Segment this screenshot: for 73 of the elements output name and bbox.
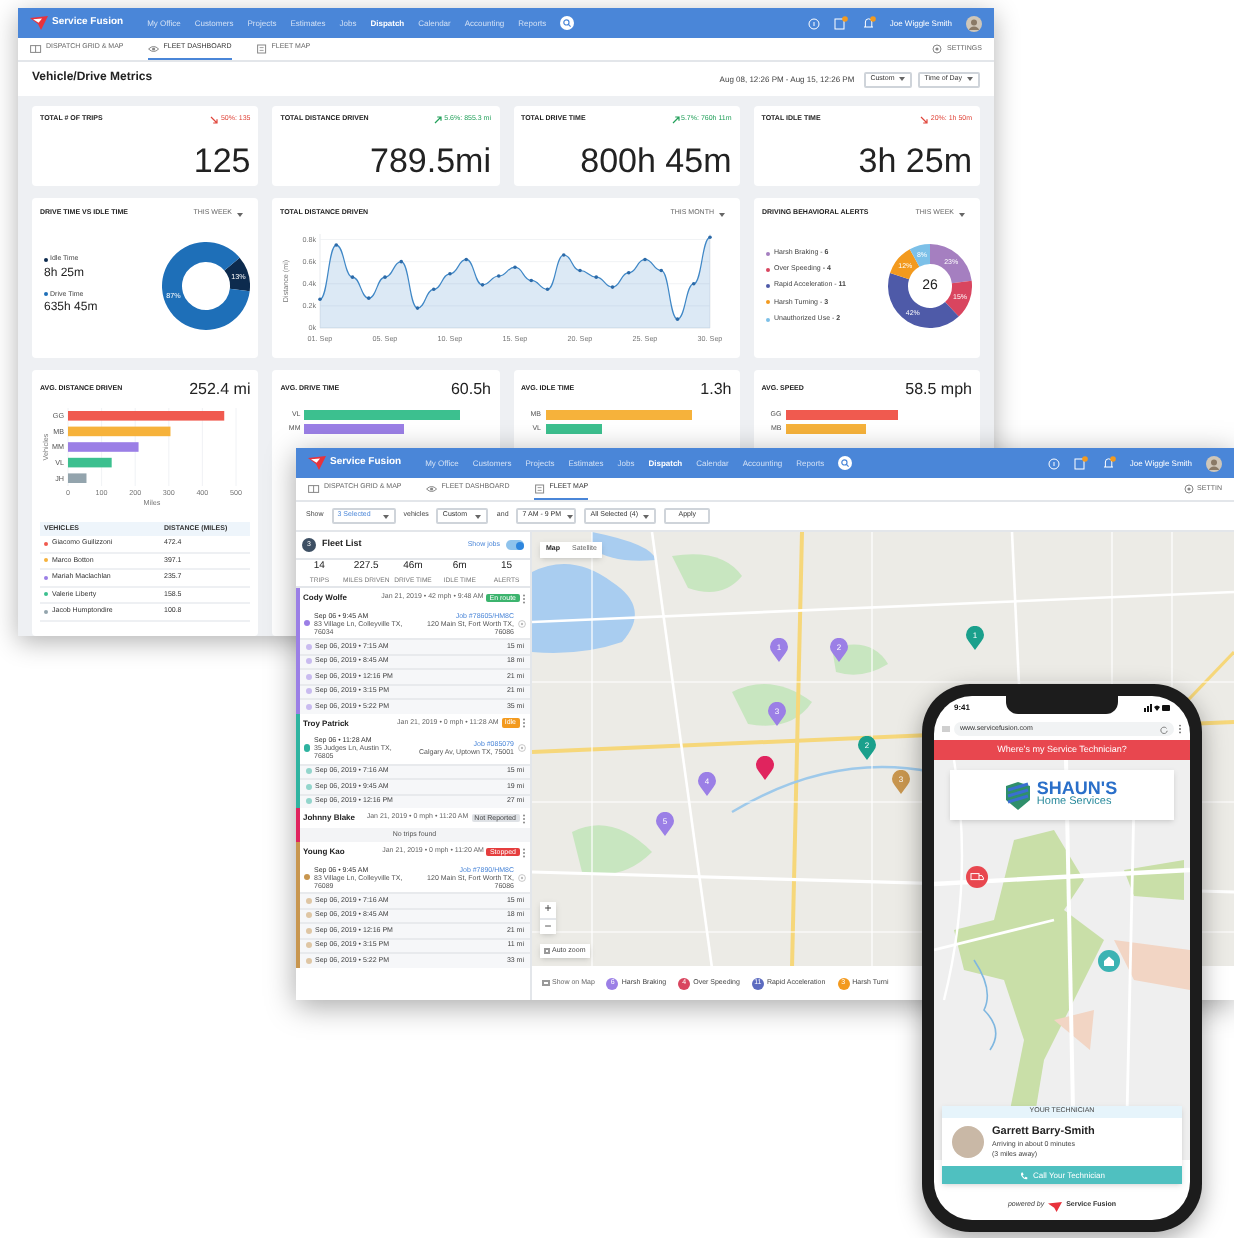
map-icon xyxy=(533,483,546,493)
trend-up-icon xyxy=(671,115,680,124)
settings-icon xyxy=(1183,484,1194,494)
truck-pin-icon xyxy=(966,866,988,888)
bar xyxy=(68,426,171,437)
map-icon xyxy=(255,43,268,53)
toggle-switch[interactable] xyxy=(506,540,524,550)
stat-value: 125 xyxy=(193,144,251,178)
bar xyxy=(304,424,404,435)
location-icon xyxy=(518,873,526,881)
settings-icon xyxy=(932,44,943,54)
checkbox[interactable] xyxy=(544,948,550,954)
stat-value: 3h 25m xyxy=(858,144,972,178)
logo-icon xyxy=(30,16,48,30)
bar xyxy=(785,410,898,421)
shield-logo-icon xyxy=(1006,781,1031,809)
eye-icon xyxy=(147,43,160,53)
stat-value: 800h 45m xyxy=(580,144,732,178)
phone-icon xyxy=(1019,1171,1028,1179)
average-value: 1.3h xyxy=(700,378,732,402)
caret-icon xyxy=(966,76,974,82)
phone-notch xyxy=(1006,696,1118,714)
search-icon[interactable] xyxy=(560,16,575,30)
logo-title: SHAUN'S xyxy=(1036,780,1118,799)
avatar-icon[interactable] xyxy=(1206,455,1222,471)
average-value: 58.5 mph xyxy=(905,378,972,402)
checkbox[interactable] xyxy=(542,979,549,987)
caret-icon xyxy=(718,211,726,217)
bar xyxy=(545,424,603,435)
caret-icon xyxy=(958,211,966,217)
caret-icon xyxy=(236,211,244,217)
caret-icon xyxy=(381,513,390,519)
trend-down-icon xyxy=(210,115,219,124)
stat-value: 789.5mi xyxy=(370,144,491,178)
location-icon xyxy=(518,744,526,752)
average-value: 60.5h xyxy=(450,378,491,402)
clipboard-icon[interactable] xyxy=(1073,456,1088,470)
bell-icon[interactable] xyxy=(861,16,876,30)
caret-icon xyxy=(474,513,483,519)
logo-icon xyxy=(308,456,326,470)
trend-up-icon xyxy=(434,115,443,124)
map-pin[interactable] xyxy=(756,756,774,780)
data-point xyxy=(529,278,534,283)
bell-icon[interactable] xyxy=(1101,456,1116,470)
caret-icon xyxy=(642,513,651,519)
average-value: 252.4 mi xyxy=(189,378,251,402)
caret-icon xyxy=(565,513,574,519)
logo-icon xyxy=(1048,1201,1063,1211)
data-point xyxy=(659,268,664,273)
grid-icon xyxy=(30,43,42,53)
home-pin-icon xyxy=(1098,950,1120,972)
caret-icon xyxy=(898,76,907,82)
bar xyxy=(68,473,87,483)
bar xyxy=(68,442,139,452)
data-point xyxy=(691,281,696,286)
search-icon[interactable] xyxy=(838,456,853,470)
data-point xyxy=(431,287,436,292)
clipboard-icon[interactable] xyxy=(833,16,848,30)
data-point xyxy=(464,257,469,262)
data-point xyxy=(545,287,550,292)
help-icon[interactable] xyxy=(1047,457,1060,469)
avatar-icon[interactable] xyxy=(966,15,982,31)
grid-icon xyxy=(308,483,320,493)
bar xyxy=(785,424,867,435)
help-icon[interactable] xyxy=(807,17,820,29)
data-point xyxy=(399,259,404,264)
status-icons xyxy=(1144,703,1170,711)
location-icon xyxy=(518,619,526,627)
reload-icon[interactable] xyxy=(1160,725,1168,733)
eye-icon xyxy=(425,483,438,493)
data-point xyxy=(626,270,631,275)
trend-down-icon xyxy=(920,115,929,124)
bar xyxy=(68,457,112,468)
